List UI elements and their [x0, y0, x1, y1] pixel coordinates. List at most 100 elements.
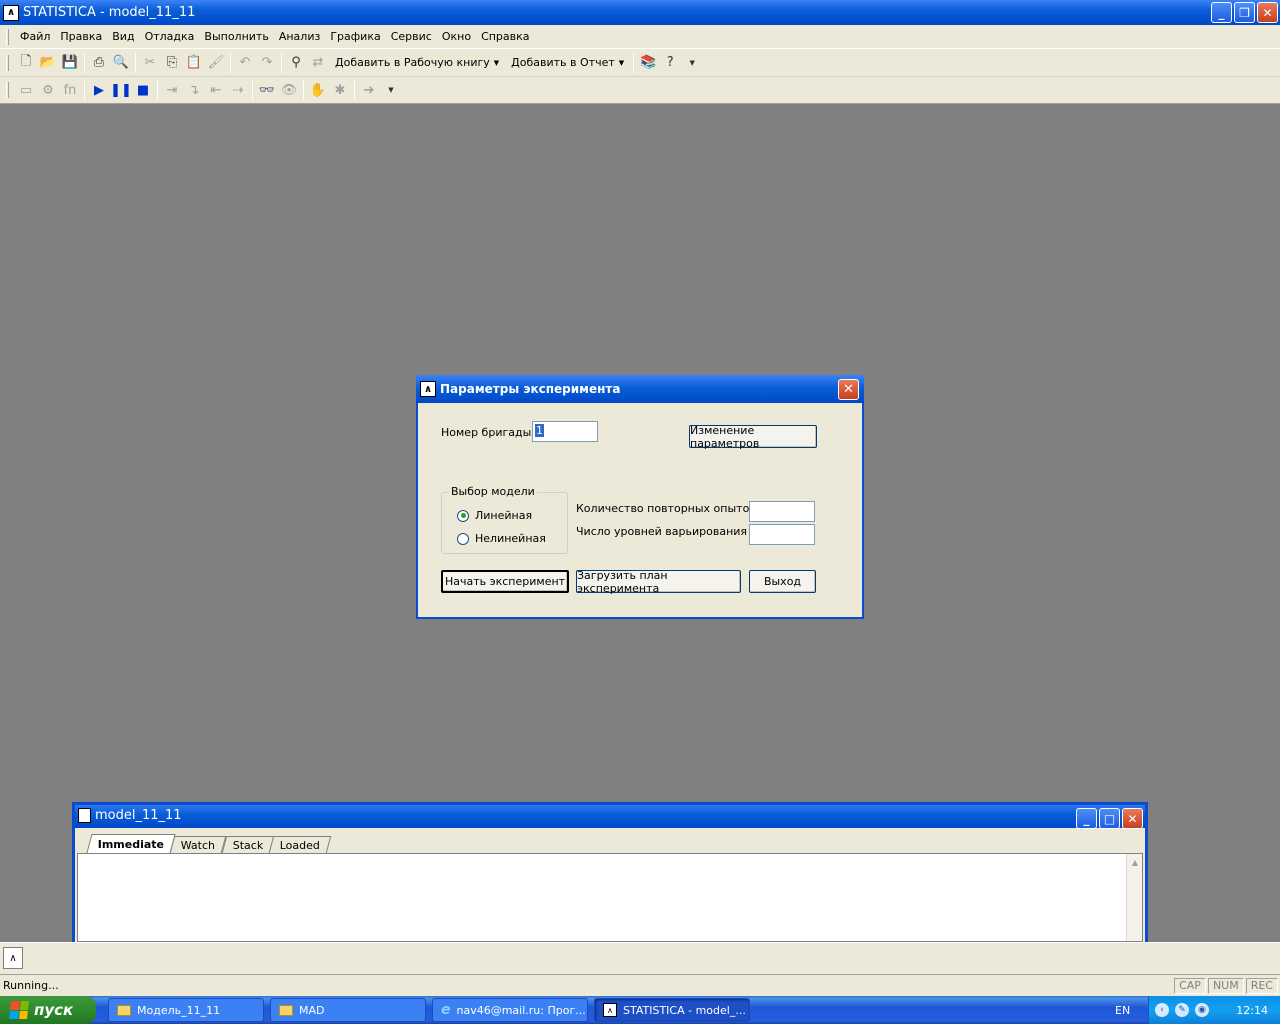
stop-icon[interactable]: ■ — [132, 79, 154, 101]
exit-button[interactable]: Выход — [749, 570, 816, 593]
radio-circle — [457, 532, 469, 545]
tab-loaded[interactable]: Loaded — [268, 836, 332, 853]
toolbar-grip — [6, 54, 9, 71]
menu-graphics[interactable]: Графика — [325, 30, 385, 43]
format-painter-icon[interactable]: 🖌 — [205, 52, 227, 74]
books-icon[interactable]: 📚 — [637, 52, 659, 74]
num-indicator: NUM — [1207, 977, 1244, 994]
start-label: пуск — [34, 1001, 74, 1019]
tab-immediate[interactable]: Immediate — [86, 834, 176, 853]
arrow-right-icon[interactable]: ➔ — [358, 79, 380, 101]
repeat-count-field[interactable] — [749, 501, 815, 522]
run-to-cursor-icon[interactable]: ⇢ — [227, 79, 249, 101]
dialog-editor-icon[interactable]: ▭ — [15, 79, 37, 101]
toolbar-options-icon[interactable]: ▼ — [681, 52, 703, 74]
model-choice-legend: Выбор модели — [449, 485, 537, 498]
tray-network-icon[interactable]: ◉ — [1195, 1003, 1209, 1017]
rec-indicator: REC — [1245, 977, 1278, 994]
tab-stack[interactable]: Stack — [221, 836, 275, 853]
add-watch-icon[interactable]: 👁 — [278, 79, 300, 101]
breakpoint-icon[interactable]: ✱ — [329, 79, 351, 101]
tab-watch[interactable]: Watch — [169, 836, 227, 853]
task-model-folder[interactable]: Модель_11_11 — [108, 998, 264, 1022]
language-indicator[interactable]: EN — [1115, 1004, 1130, 1017]
dialog-title: Параметры эксперимента — [440, 382, 621, 396]
add-to-report-dropdown[interactable]: Добавить в Отчет ▼ — [505, 56, 630, 69]
add-to-workbook-dropdown[interactable]: Добавить в Рабочую книгу ▼ — [329, 56, 505, 69]
replace-icon[interactable]: ⇄ — [307, 52, 329, 74]
save-icon[interactable]: 💾 — [59, 52, 81, 74]
maximize-button[interactable]: □ — [1099, 808, 1120, 829]
step-over-icon[interactable]: ↴ — [183, 79, 205, 101]
quick-watch-icon[interactable]: 👓 — [256, 79, 278, 101]
pause-icon[interactable]: ❚❚ — [110, 79, 132, 101]
copy-icon[interactable]: ⎘ — [161, 52, 183, 74]
menu-bar: Файл Правка Вид Отладка Выполнить Анализ… — [0, 25, 1280, 49]
radio-circle — [457, 509, 469, 522]
statistica-icon: ∧ — [420, 381, 436, 397]
minimize-button[interactable]: _ — [1211, 2, 1232, 23]
menu-edit[interactable]: Правка — [55, 30, 107, 43]
close-button[interactable]: ✕ — [1122, 808, 1143, 829]
redo-icon[interactable]: ↷ — [256, 52, 278, 74]
paste-icon[interactable]: 📋 — [183, 52, 205, 74]
toolbar-options-icon[interactable]: ▼ — [380, 79, 402, 101]
menu-tools[interactable]: Сервис — [386, 30, 437, 43]
vertical-scrollbar[interactable]: ▲ — [1126, 854, 1142, 941]
menu-file[interactable]: Файл — [15, 30, 55, 43]
system-tray: EN ‹ ✎ ◉ 12:14 — [1115, 996, 1280, 1024]
status-bar: Running... CAP NUM REC — [0, 974, 1280, 996]
levels-count-field[interactable] — [749, 524, 815, 545]
change-params-button[interactable]: Изменение параметров — [689, 424, 817, 450]
brigade-number-field[interactable]: 1 — [532, 421, 598, 442]
task-statistica[interactable]: ∧ STATISTICA - model_... — [594, 998, 750, 1022]
immediate-pane[interactable]: ▲ — [77, 853, 1143, 942]
repeat-count-label: Количество повторных опытов — [576, 502, 756, 515]
object-browser-icon[interactable]: ⚙ — [37, 79, 59, 101]
scroll-up-icon[interactable]: ▲ — [1127, 854, 1143, 870]
folder-icon — [117, 1004, 131, 1016]
menu-run[interactable]: Выполнить — [199, 30, 273, 43]
dialog-titlebar: ∧ Параметры эксперимента ✕ — [416, 375, 864, 403]
model-linear-radio[interactable]: Линейная — [457, 509, 532, 522]
start-button[interactable]: пуск — [0, 996, 96, 1024]
start-experiment-button[interactable]: Начать эксперимент — [441, 570, 569, 593]
close-button[interactable]: ✕ — [1257, 2, 1278, 23]
load-plan-button[interactable]: Загрузить план эксперимента — [576, 569, 741, 595]
hand-icon[interactable]: ✋ — [307, 79, 329, 101]
fn-icon[interactable]: fn — [59, 79, 81, 101]
undo-icon[interactable]: ↶ — [234, 52, 256, 74]
clock: 12:14 — [1236, 1003, 1268, 1017]
model-nonlinear-radio[interactable]: Нелинейная — [457, 532, 546, 545]
step-into-icon[interactable]: ⇥ — [161, 79, 183, 101]
task-mad-folder[interactable]: MAD — [270, 998, 426, 1022]
cut-icon[interactable]: ✂ — [139, 52, 161, 74]
print-icon[interactable]: ⎙ — [88, 52, 110, 74]
menu-help[interactable]: Справка — [476, 30, 534, 43]
menu-debug[interactable]: Отладка — [140, 30, 200, 43]
toolbar-grip — [6, 82, 9, 98]
window-title: STATISTICA - model_11_11 — [23, 5, 196, 20]
restore-button[interactable]: ❐ — [1234, 2, 1255, 23]
new-document-icon[interactable]: 🗋 — [15, 52, 37, 74]
tray-expand-icon[interactable]: ‹ — [1155, 1003, 1169, 1017]
window-controls: _ ❐ ✕ — [1211, 2, 1278, 23]
debug-window-titlebar: model_11_11 _ □ ✕ — [75, 805, 1145, 829]
context-help-icon[interactable]: ? — [659, 52, 681, 74]
menu-view[interactable]: Вид — [107, 30, 139, 43]
minimize-button[interactable]: _ — [1076, 808, 1097, 829]
menu-window[interactable]: Окно — [437, 30, 476, 43]
debug-window-title: model_11_11 — [95, 807, 182, 823]
run-icon[interactable]: ▶ — [88, 79, 110, 101]
step-out-icon[interactable]: ⇤ — [205, 79, 227, 101]
minimized-statistica-icon[interactable]: ∧ — [3, 947, 23, 969]
task-ie-mail[interactable]: e nav46@mail.ru: Прог... — [432, 998, 588, 1022]
menu-analysis[interactable]: Анализ — [274, 30, 326, 43]
tray-app-icon[interactable]: ✎ — [1175, 1003, 1189, 1017]
dialog-close-button[interactable]: ✕ — [838, 379, 859, 400]
model-nonlinear-label: Нелинейная — [475, 532, 546, 545]
add-to-report-label: Добавить в Отчет — [511, 56, 615, 69]
find-binoculars-icon[interactable]: ⚲ — [285, 52, 307, 74]
print-preview-icon[interactable]: 🔍 — [110, 52, 132, 74]
open-folder-icon[interactable]: 📂 — [37, 52, 59, 74]
